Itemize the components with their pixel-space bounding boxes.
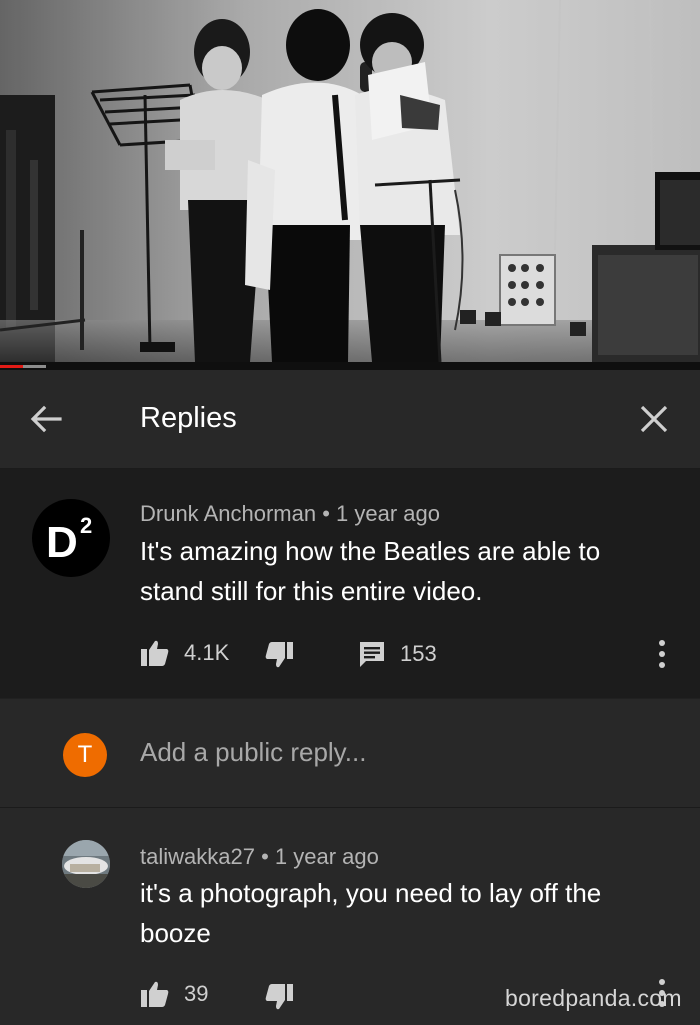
- comment-text-line: stand still for this entire video.: [140, 576, 483, 606]
- comment-meta: Drunk Anchorman • 1 year ago: [140, 501, 440, 527]
- avatar[interactable]: D 2: [32, 499, 110, 577]
- comment-icon: [360, 642, 384, 667]
- close-icon[interactable]: [634, 399, 674, 439]
- arrow-left-icon[interactable]: [26, 399, 66, 439]
- thumbs-down-icon: [265, 642, 293, 668]
- more-options-button[interactable]: [656, 639, 668, 669]
- video-frame-image: [0, 0, 700, 362]
- reply-box: T: [0, 699, 700, 808]
- avatar-letter: D: [46, 518, 78, 567]
- comment-time: 1 year ago: [336, 501, 441, 526]
- comment-time: 1 year ago: [274, 844, 379, 869]
- more-vert-icon: [659, 640, 665, 668]
- video-player[interactable]: [0, 0, 700, 362]
- video-played-bar: [0, 365, 24, 368]
- video-progress-bar[interactable]: [0, 362, 700, 370]
- like-count: 4.1K: [184, 640, 230, 665]
- replies-count: 153: [400, 641, 437, 666]
- comment-author[interactable]: Drunk Anchorman: [140, 501, 316, 526]
- thumbs-down-icon: [265, 984, 293, 1010]
- user-avatar[interactable]: T: [63, 733, 107, 777]
- like-button[interactable]: 39: [140, 980, 208, 1008]
- main-comment: D 2 Drunk Anchorman • 1 year ago It's am…: [0, 469, 700, 698]
- meta-separator: •: [261, 844, 269, 869]
- watermark: boredpanda.com: [505, 985, 682, 1011]
- like-count: 39: [184, 981, 209, 1006]
- comment-meta: taliwakka27 • 1 year ago: [140, 844, 379, 870]
- comment-text: It's amazing how the Beatles are able to…: [140, 531, 660, 611]
- comment-text-line: It's amazing how the Beatles are able to: [140, 536, 601, 566]
- replies-header: Replies: [0, 370, 700, 469]
- dislike-button[interactable]: [264, 641, 294, 669]
- comment-text: it's a photograph, you need to lay off t…: [140, 873, 660, 953]
- like-button[interactable]: 4.1K: [140, 639, 229, 667]
- comment-author[interactable]: taliwakka27: [140, 844, 255, 869]
- thumbs-up-icon: [141, 640, 169, 666]
- comment-text-line: it's a photograph, you need to lay off t…: [140, 878, 602, 908]
- comment-text-line: booze: [140, 918, 211, 948]
- page-title: Replies: [140, 402, 237, 434]
- reply-input[interactable]: [140, 737, 660, 768]
- avatar-superscript: 2: [80, 513, 92, 538]
- meta-separator: •: [322, 501, 330, 526]
- replies-button[interactable]: 153: [358, 640, 437, 668]
- thumbs-up-icon: [141, 981, 169, 1007]
- dislike-button[interactable]: [264, 983, 294, 1011]
- avatar[interactable]: [62, 840, 110, 888]
